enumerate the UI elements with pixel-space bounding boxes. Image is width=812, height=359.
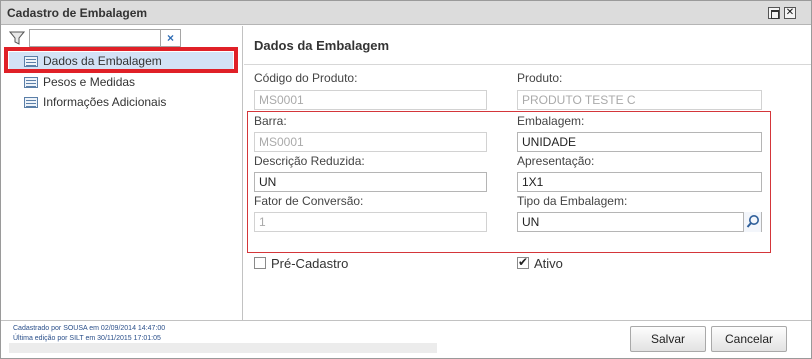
clear-filter-button[interactable]: × [161, 29, 181, 47]
list-icon [24, 77, 38, 89]
title-bar: Cadastro de Embalagem ✕ [1, 1, 811, 25]
sidebar-item-label: Pesos e Medidas [43, 75, 136, 89]
codigo-produto-field: MS0001 [254, 90, 487, 110]
fator-conversao-label: Fator de Conversão: [254, 194, 364, 208]
footer: Cadastrado por SOUSA em 02/09/2014 14:47… [1, 320, 811, 358]
divider [244, 64, 811, 65]
sidebar-item-label: Informações Adicionais [43, 95, 167, 109]
embalagem-input[interactable]: UNIDADE [517, 132, 762, 152]
fator-conversao-field: 1 [254, 212, 487, 232]
tipo-embalagem-input[interactable]: UN [517, 212, 762, 232]
descricao-reduzida-input[interactable]: UN [254, 172, 487, 192]
codigo-produto-label: Código do Produto: [254, 71, 358, 85]
window-title: Cadastro de Embalagem [7, 6, 148, 20]
list-icon [24, 97, 38, 109]
save-button[interactable]: Salvar [630, 326, 706, 352]
apresentacao-label: Apresentação: [517, 154, 595, 168]
filter-input[interactable] [29, 29, 161, 47]
embalagem-label: Embalagem: [517, 114, 585, 128]
search-button[interactable] [743, 212, 761, 232]
barra-label: Barra: [254, 114, 287, 128]
tipo-embalagem-value: UN [522, 215, 540, 229]
dialog-window: Cadastro de Embalagem ✕ × Dados da Embal… [0, 0, 812, 359]
descricao-reduzida-label: Descrição Reduzida: [254, 154, 365, 168]
last-edit-text: Última edição por SILT em 30/11/2015 17:… [13, 335, 161, 342]
sidebar-item-informacoes-adicionais[interactable]: Informações Adicionais [24, 93, 166, 111]
pre-cadastro-checkbox[interactable] [254, 257, 266, 269]
maximize-button[interactable] [768, 7, 780, 19]
ativo-checkbox[interactable] [517, 255, 529, 269]
close-button[interactable]: ✕ [784, 7, 796, 19]
tipo-embalagem-label: Tipo da Embalagem: [517, 194, 628, 208]
section-title: Dados da Embalagem [254, 38, 390, 53]
produto-label: Produto: [517, 71, 563, 85]
search-icon [746, 215, 759, 228]
sidebar: × Dados da Embalagem Pesos e Medidas Inf… [1, 26, 243, 320]
cancel-button[interactable]: Cancelar [711, 326, 787, 352]
pre-cadastro-label: Pré-Cadastro [271, 256, 349, 271]
apresentacao-input[interactable]: 1X1 [517, 172, 762, 192]
sidebar-item-pesos-medidas[interactable]: Pesos e Medidas [24, 73, 135, 91]
created-by-text: Cadastrado por SOUSA em 02/09/2014 14:47… [13, 325, 166, 332]
filter-icon [9, 31, 25, 45]
status-bar [9, 343, 437, 353]
form-panel: Dados da Embalagem Código do Produto: MS… [244, 26, 811, 320]
selection-highlight [4, 47, 238, 73]
ativo-label: Ativo [534, 256, 563, 271]
barra-field: MS0001 [254, 132, 487, 152]
produto-field: PRODUTO TESTE C [517, 90, 762, 110]
